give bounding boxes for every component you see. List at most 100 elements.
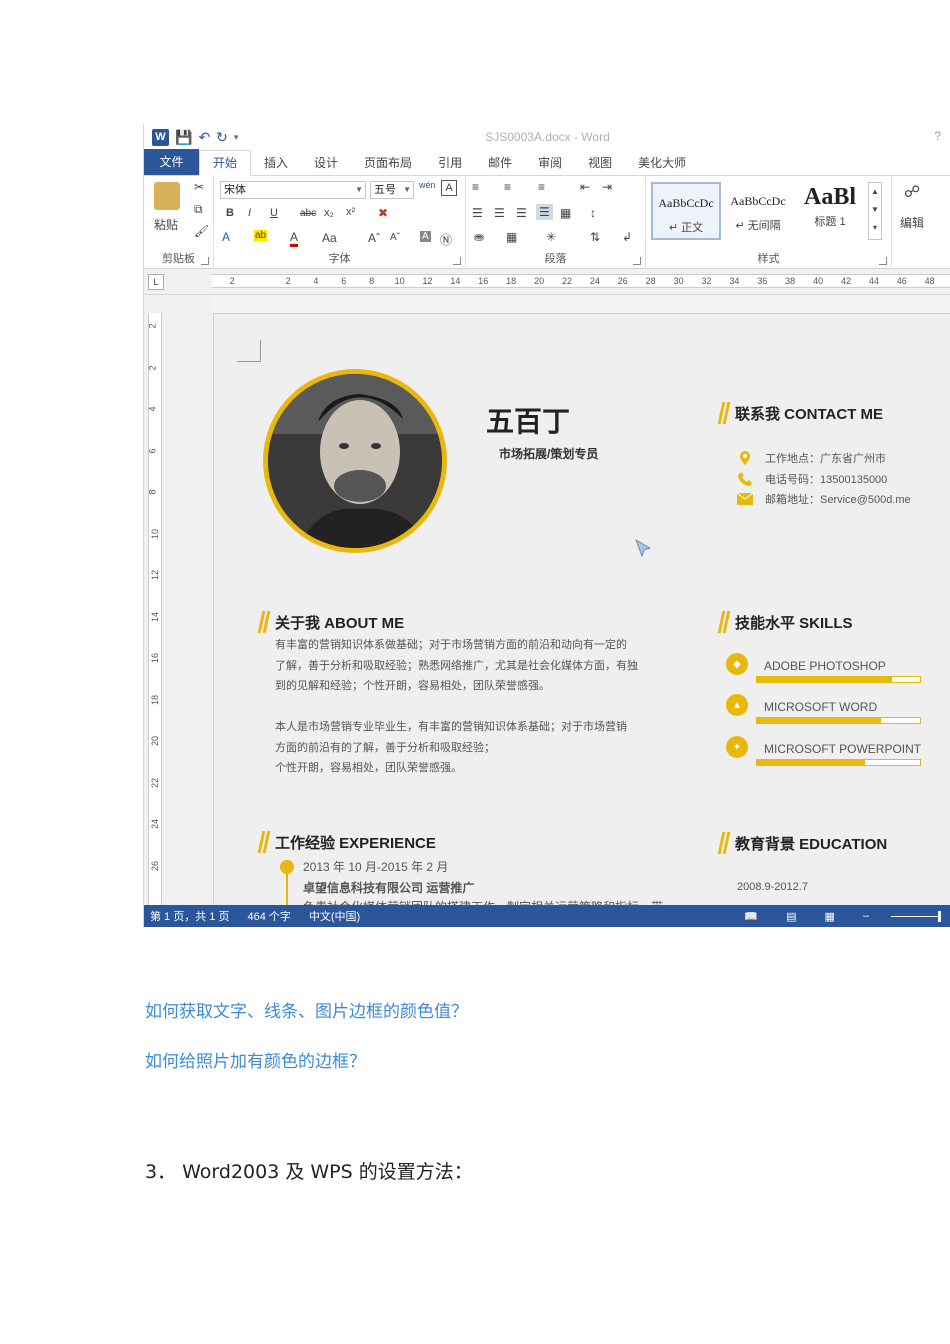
format-painter-icon[interactable]: 🖌 [194,224,209,238]
tab-home[interactable]: 开始 [199,150,252,176]
binoculars-icon[interactable]: ☍ [904,182,920,202]
style-no-spacing[interactable]: AaBbCcDc ↵ 无间隔 [723,182,793,240]
ruler-number: 40 [813,276,824,286]
highlight-icon[interactable]: ab [254,230,268,241]
strikethrough-button[interactable]: abc [300,208,316,219]
education-period: 2008.9-2012.7 [737,881,808,893]
font-group: 宋体 ▼ 五号 ▼ wén A B I U abc x₂ x² ✖ A ab A A… [214,176,466,269]
tab-view[interactable]: 视图 [575,151,625,175]
font-size-select[interactable]: 五号 ▼ [370,181,414,199]
vertical-ruler-number: 24 [150,818,161,830]
italic-button[interactable]: I [248,207,251,219]
cut-icon[interactable]: ✂ [194,180,204,194]
bullets-icon[interactable]: ≡ [472,180,479,194]
bold-button[interactable]: B [226,207,234,219]
text-effects-icon[interactable]: A [222,230,230,244]
increase-indent-icon[interactable]: ⇥ [602,180,612,194]
paste-icon[interactable] [154,182,180,210]
help-button[interactable]: ? [934,129,941,143]
clipboard-launcher[interactable] [201,257,209,265]
vertical-ruler[interactable]: 2 2 4 6 8 10 12 14 16 18 20 22 24 26 [144,295,212,913]
paragraph-launcher[interactable] [633,257,641,265]
avatar-photo[interactable] [263,369,447,553]
copy-icon[interactable]: ⧉ [194,202,203,217]
skill-progress-bar [756,717,921,724]
accent-bars-icon [717,611,731,633]
tab-layout[interactable]: 页面布局 [351,151,425,175]
font-name-select[interactable]: 宋体 ▼ [220,181,366,199]
ruler-number: 4 [313,276,319,286]
ruler-number: 32 [701,276,712,286]
font-launcher[interactable] [453,257,461,265]
tab-review[interactable]: 审阅 [525,151,575,175]
diamond-icon: ◆ [726,653,748,675]
clear-format-icon[interactable]: ✖ [378,206,388,220]
experience-title-text: 工作经验 EXPERIENCE [275,834,436,852]
sort-icon[interactable]: ⇅ [590,230,600,244]
vertical-ruler-number: 2 [147,364,158,371]
shading-icon[interactable]: ⛂ [474,230,484,244]
education-title: 教育背景 EDUCATION [717,832,888,854]
tab-insert[interactable]: 插入 [251,151,301,175]
zoom-slider[interactable] [891,910,941,922]
style-heading-1[interactable]: AaBl 标题 1 [795,182,865,240]
word-count[interactable]: 464 个字 [247,908,290,924]
tab-references[interactable]: 引用 [425,151,475,175]
underline-button[interactable]: U [270,207,278,219]
read-mode-icon[interactable]: 📖 [744,910,758,923]
justify-icon[interactable]: ☰ [536,204,553,220]
font-color-icon[interactable]: A [290,230,299,247]
styles-label: 样式 [757,253,780,265]
tab-mailings[interactable]: 邮件 [475,151,525,175]
print-layout-icon[interactable]: ▤ [786,910,796,923]
align-right-icon[interactable]: ☰ [516,206,527,220]
styles-scroll-buttons[interactable]: ▲ ▼ ▾ [868,182,882,240]
accent-bars-icon [257,611,271,633]
show-marks-icon[interactable]: ↲ [622,230,632,244]
contact-mail: 邮箱地址：Service@500d.me [735,491,911,507]
vertical-ruler-number: 14 [150,611,161,622]
education-title-text: 教育背景 EDUCATION [735,835,888,853]
line-spacing-icon[interactable]: ↕ [590,206,596,220]
horizontal-ruler[interactable]: L 2 2 4 6 8 10 12 14 16 18 20 22 24 26 28 30 32 34 36 38 40 4… [144,269,950,295]
chinese-layout-icon[interactable]: ✳ [546,230,556,244]
document-page[interactable]: 五百丁 市场拓展/策划专员 联系我 CONTACT ME 工作地点：广东省广州市… [213,313,950,927]
web-layout-icon[interactable]: ▦ [824,910,834,923]
align-center-icon[interactable]: ☰ [494,206,505,220]
page-count[interactable]: 第 1 页，共 1 页 [150,908,229,924]
triangle-icon: ▲ [726,694,748,716]
borders-icon[interactable]: ▦ [506,230,517,244]
char-shading-icon[interactable]: A [420,231,431,242]
shrink-font-icon[interactable]: Aˇ [390,232,400,243]
contact-phone-text: 电话号码：13500135000 [765,474,888,486]
numbering-icon[interactable]: ≡ [504,180,511,194]
align-left-icon[interactable]: ☰ [472,206,483,220]
ruler-number: 14 [450,276,461,286]
style-normal[interactable]: AaBbCcDc ↵ 正文 [651,182,721,240]
distributed-icon[interactable]: ▦ [560,206,571,220]
editing-button[interactable]: 编辑 [900,214,924,231]
styles-group: AaBbCcDc ↵ 正文 AaBbCcDc ↵ 无间隔 AaBl 标题 1 ▲… [646,176,892,269]
multilevel-list-icon[interactable]: ≡ [538,180,545,194]
phone-icon [735,472,755,486]
char-border-icon[interactable]: A [441,180,457,196]
paste-button[interactable]: 粘贴 [154,216,178,233]
phonetic-guide-icon[interactable]: wén [419,180,436,190]
link-get-color[interactable]: 如何获取文字、线条、图片边框的颜色值？ [145,997,468,1022]
change-case-button[interactable]: Aa [322,231,337,245]
subscript-button[interactable]: x₂ [324,207,334,219]
enclose-char-icon[interactable]: Ⓝ [440,231,452,248]
link-photo-border[interactable]: 如何给照片加有颜色的边框？ [145,1047,366,1072]
grow-font-icon[interactable]: Aˆ [368,231,380,245]
language[interactable]: 中文(中国) [309,908,360,924]
decrease-indent-icon[interactable]: ⇤ [580,180,590,194]
tab-file[interactable]: 文件 [144,149,199,175]
styles-launcher[interactable] [879,257,887,265]
ruler-number: 34 [729,276,740,286]
superscript-button[interactable]: x² [346,206,355,218]
tab-selector[interactable]: L [148,274,164,290]
ruler-number: 10 [394,276,405,286]
tab-design[interactable]: 设计 [301,151,351,175]
zoom-out-icon[interactable]: – [863,910,869,922]
tab-beautify[interactable]: 美化大师 [625,151,699,175]
